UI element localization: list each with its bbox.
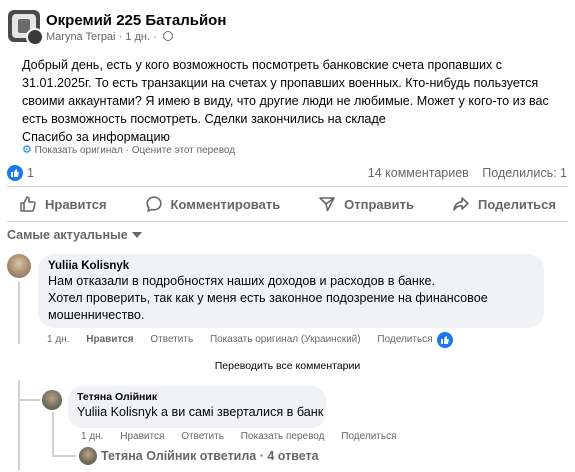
comment-show-translation[interactable]: Показать перевод <box>241 431 325 442</box>
comment-actions: 1 дн. Нравится Ответить Показать оригина… <box>47 334 447 345</box>
translate-all-comments[interactable]: Переводить все комментарии <box>0 360 575 372</box>
comment-author[interactable]: Yuliia Kolisnyk <box>48 260 129 272</box>
share-icon <box>453 197 469 211</box>
comment-reply-button[interactable]: Ответить <box>150 334 193 345</box>
comment-text: Нам отказали в подробностях наших доходо… <box>48 274 488 322</box>
comment-reply-button[interactable]: Ответить <box>181 431 224 442</box>
globe-icon <box>162 31 173 41</box>
divider <box>7 221 568 222</box>
avatar[interactable] <box>42 390 62 410</box>
like-reaction-icon[interactable] <box>437 332 453 348</box>
avatar <box>79 447 97 465</box>
rate-translation-link[interactable]: Оцените этот перевод <box>132 145 235 156</box>
engagement-counts: 14 комментариев Поделились: 1 <box>358 166 567 180</box>
shares-count[interactable]: Поделились: 1 <box>482 166 567 180</box>
send-icon <box>319 197 335 212</box>
thread-line <box>52 412 54 456</box>
divider <box>7 186 568 187</box>
thread-line <box>18 380 20 470</box>
comment-like-button[interactable]: Нравится <box>120 431 164 442</box>
author-name[interactable]: Maryna Terpai <box>46 31 116 43</box>
comment-time[interactable]: 1 дн. <box>47 334 69 345</box>
author-avatar[interactable] <box>26 28 44 46</box>
avatar[interactable] <box>7 254 31 278</box>
chevron-down-icon <box>131 232 142 238</box>
translation-controls: ⚙ Показать оригинал · Оцените этот перев… <box>22 144 236 156</box>
post-meta: Maryna Terpai · 1 дн. · <box>46 31 173 43</box>
share-button[interactable]: Поделиться <box>444 195 564 213</box>
gear-icon: ⚙ <box>22 144 32 156</box>
view-replies-link[interactable]: Тетяна Олійник ответила · 4 ответа <box>101 449 319 463</box>
group-name[interactable]: Окремий 225 Батальйон <box>46 12 226 29</box>
comment-show-original[interactable]: Показать оригинал (Украинский) <box>210 334 361 345</box>
thread-line <box>18 399 40 401</box>
comment-button[interactable]: Комментировать <box>137 195 289 213</box>
mention-link[interactable]: Yuliia Kolisnyk <box>77 405 158 419</box>
comment-text: Yuliia Kolisnyk а ви самі зверталися в б… <box>77 405 324 419</box>
comment-like-button[interactable]: Нравится <box>86 334 133 345</box>
comment-sort-dropdown[interactable]: Самые актуальные <box>7 228 142 242</box>
comment-icon <box>145 196 162 212</box>
comment-author[interactable]: Тетяна Олійник <box>77 391 157 403</box>
post-actions: Нравится Комментировать Отправить Подели… <box>0 188 575 220</box>
comment-actions: 1 дн. Нравится Ответить Показать перевод… <box>81 431 411 442</box>
comments-count[interactable]: 14 комментариев <box>368 166 469 180</box>
like-reaction-icon[interactable] <box>7 165 23 181</box>
thumbs-up-icon <box>20 196 36 212</box>
like-button[interactable]: Нравится <box>11 195 115 213</box>
show-original-link[interactable]: Показать оригинал <box>35 145 123 156</box>
comment-share-button[interactable]: Поделиться <box>377 334 432 345</box>
comment-share-button[interactable]: Поделиться <box>341 431 396 442</box>
thread-line <box>18 282 20 344</box>
thread-line <box>52 455 76 457</box>
send-button[interactable]: Отправить <box>310 195 422 213</box>
like-count[interactable]: 1 <box>27 166 34 180</box>
post-time[interactable]: 1 дн. <box>125 31 150 43</box>
comment-time[interactable]: 1 дн. <box>81 431 103 442</box>
post-text: Добрый день, есть у кого возможность пос… <box>22 58 549 144</box>
